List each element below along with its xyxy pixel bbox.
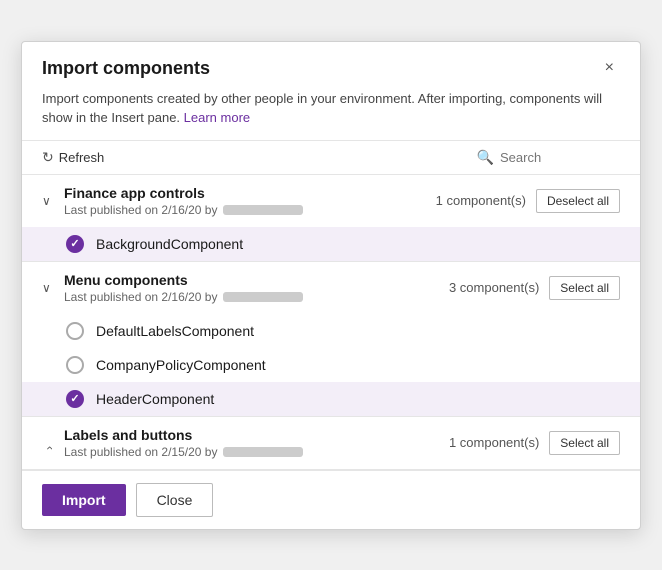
close-footer-button[interactable]: Close [136,483,214,517]
search-input[interactable] [500,150,620,165]
group-meta-menu: Last published on 2/16/20 by [64,290,441,304]
refresh-icon: ↻ [42,149,54,166]
import-button[interactable]: Import [42,484,126,516]
group-actions-labels: 1 component(s) Select all [449,431,620,455]
group-name-menu: Menu components [64,272,441,288]
search-icon: 🔍 [477,149,494,166]
dialog-header: Import components × [22,42,640,89]
group-labels: › Labels and buttons Last published on 2… [22,417,640,470]
chevron-finance[interactable]: ∨ [42,194,56,208]
component-label-background: BackgroundComponent [96,236,243,252]
learn-more-link[interactable]: Learn more [184,110,250,125]
refresh-button[interactable]: ↻ Refresh [42,149,104,166]
group-info-menu: Menu components Last published on 2/16/2… [64,272,441,304]
group-header-finance: ∨ Finance app controls Last published on… [22,175,640,227]
group-meta-finance: Last published on 2/16/20 by [64,203,428,217]
dialog-footer: Import Close [22,470,640,529]
component-item-defaultlabels[interactable]: DefaultLabelsComponent [22,314,640,348]
component-label-companypolicy: CompanyPolicyComponent [96,357,266,373]
group-name-finance: Finance app controls [64,185,428,201]
group-finance: ∨ Finance app controls Last published on… [22,175,640,262]
component-item-background[interactable]: BackgroundComponent [22,227,640,261]
dialog-close-button[interactable]: × [599,58,620,78]
component-item-companypolicy[interactable]: CompanyPolicyComponent [22,348,640,382]
author-blur-finance [223,205,303,215]
import-components-dialog: Import components × Import components cr… [21,41,641,530]
select-all-button-labels[interactable]: Select all [549,431,620,455]
component-count-finance: 1 component(s) [436,193,526,208]
group-actions-finance: 1 component(s) Deselect all [436,189,620,213]
checkbox-background [66,235,84,253]
group-info-finance: Finance app controls Last published on 2… [64,185,428,217]
search-box: 🔍 [477,149,620,166]
select-all-button-menu[interactable]: Select all [549,276,620,300]
toolbar: ↻ Refresh 🔍 [22,140,640,175]
content-area: ∨ Finance app controls Last published on… [22,175,640,470]
component-label-header: HeaderComponent [96,391,214,407]
component-label-defaultlabels: DefaultLabelsComponent [96,323,254,339]
component-item-header[interactable]: HeaderComponent [22,382,640,416]
group-meta-labels: Last published on 2/15/20 by [64,445,441,459]
group-actions-menu: 3 component(s) Select all [449,276,620,300]
checkbox-defaultlabels [66,322,84,340]
dialog-title: Import components [42,58,210,79]
group-header-menu: ∨ Menu components Last published on 2/16… [22,262,640,314]
component-count-menu: 3 component(s) [449,280,539,295]
group-header-labels: › Labels and buttons Last published on 2… [22,417,640,469]
checkbox-header [66,390,84,408]
deselect-all-button-finance[interactable]: Deselect all [536,189,620,213]
group-info-labels: Labels and buttons Last published on 2/1… [64,427,441,459]
chevron-labels[interactable]: › [42,436,56,450]
group-menu: ∨ Menu components Last published on 2/16… [22,262,640,417]
component-count-labels: 1 component(s) [449,435,539,450]
group-name-labels: Labels and buttons [64,427,441,443]
author-blur-menu [223,292,303,302]
dialog-description: Import components created by other peopl… [22,89,640,140]
author-blur-labels [223,447,303,457]
chevron-menu[interactable]: ∨ [42,281,56,295]
checkbox-companypolicy [66,356,84,374]
